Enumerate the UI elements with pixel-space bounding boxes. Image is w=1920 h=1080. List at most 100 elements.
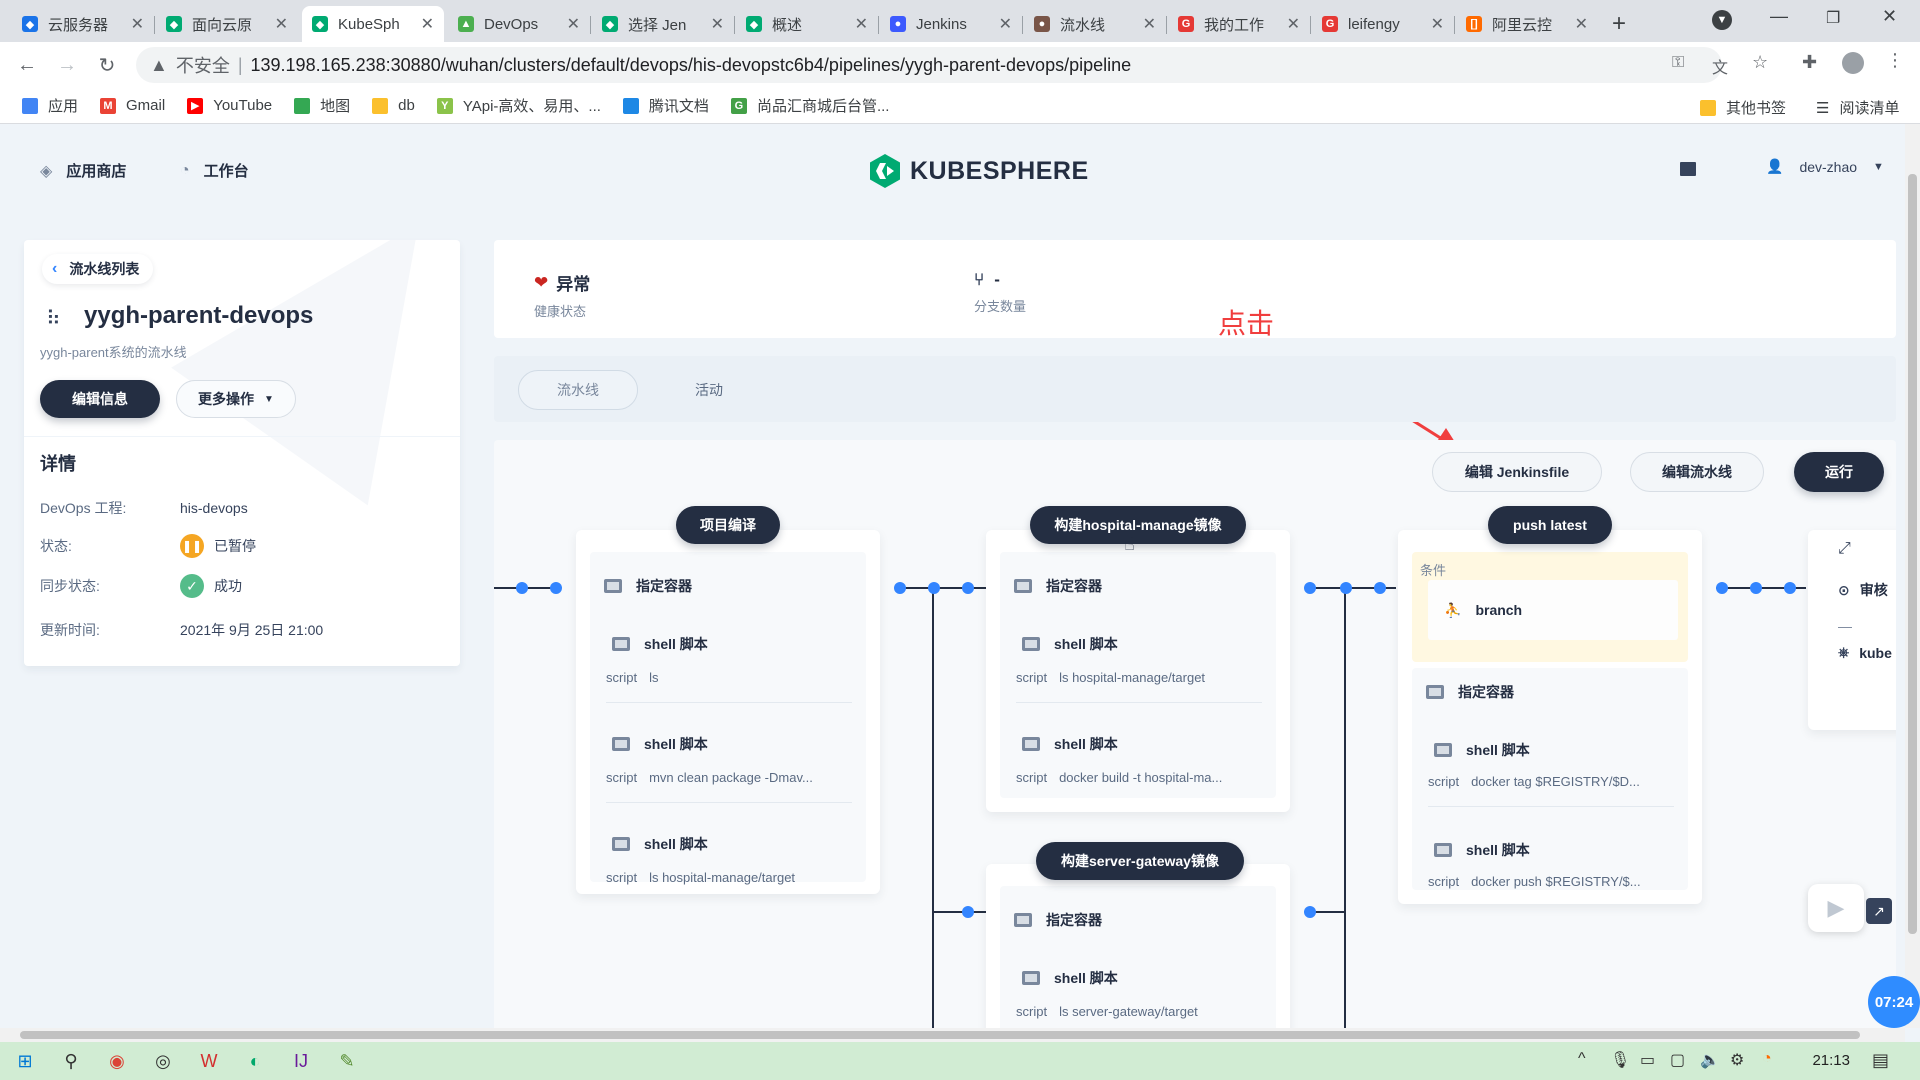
shell-step[interactable]: shell 脚本	[612, 834, 708, 854]
browser-tab[interactable]: ◆ 选择 Jen ✕	[592, 6, 734, 42]
bookmark-tencent-docs[interactable]: 腾讯文档	[622, 95, 709, 116]
edit-jenkinsfile-button[interactable]: 编辑 Jenkinsfile	[1432, 452, 1602, 492]
close-tab-icon[interactable]: ✕	[275, 14, 288, 34]
shell-step[interactable]: shell 脚本	[1434, 840, 1530, 860]
shell-step[interactable]: shell 脚本	[1022, 734, 1118, 754]
minimize-icon[interactable]: —	[1770, 6, 1788, 27]
shell-step[interactable]: shell 脚本	[1022, 634, 1118, 654]
volume-icon[interactable]: 🔈	[1700, 1050, 1720, 1070]
browser-tab[interactable]: ● 流水线 ✕	[1024, 6, 1166, 42]
bookmark-yapi[interactable]: Y YApi-高效、易用、...	[436, 95, 601, 116]
user-menu[interactable]: 👤 dev-zhao ▼	[1766, 158, 1884, 175]
back-to-pipeline-list-button[interactable]: ‹ 流水线列表	[42, 254, 154, 284]
browser-tab[interactable]: ● Jenkins ✕	[880, 6, 1022, 42]
key-icon[interactable]: ⚿	[1672, 54, 1684, 72]
stage-card-push-latest[interactable]: 条件 ⛹ branch 指定容器 shell 脚本 script docker ta…	[1398, 530, 1702, 904]
video-play-icon[interactable]: ▶	[1808, 884, 1864, 932]
browser-tab[interactable]: G 我的工作 ✕	[1168, 6, 1310, 42]
more-actions-button[interactable]: 更多操作 ▼	[176, 380, 296, 418]
tab-activity[interactable]: 活动	[664, 370, 754, 410]
shell-step[interactable]: shell 脚本	[1022, 968, 1118, 988]
tab-search-icon[interactable]: ▼	[1712, 10, 1732, 30]
horizontal-scrollbar[interactable]	[0, 1028, 1905, 1042]
close-tab-icon[interactable]: ✕	[855, 14, 868, 34]
search-icon[interactable]: ⚲	[56, 1046, 86, 1076]
tray-up-arrow-icon[interactable]: ^	[1578, 1050, 1586, 1068]
star-icon[interactable]: ☆	[1752, 52, 1768, 73]
taskbar-clock[interactable]: 21:13	[1812, 1052, 1850, 1069]
vertical-scrollbar[interactable]	[1905, 124, 1920, 1028]
kubesphere-logo[interactable]: KUBESPHERE	[870, 154, 1089, 188]
notepad-icon[interactable]: ✎	[332, 1046, 362, 1076]
review-step[interactable]: ⊙ 审核	[1838, 580, 1888, 600]
tray-app-icon[interactable]: ◔	[1762, 1050, 1772, 1068]
browser-tab[interactable]: ◆ 云服务器 ✕	[12, 6, 154, 42]
bookmark-mall-admin[interactable]: G 尚品汇商城后台管...	[730, 95, 889, 116]
stage-title-build-server-gateway[interactable]: 构建server-gateway镜像	[1036, 842, 1244, 880]
kube-step[interactable]: ⎈ kube	[1838, 644, 1892, 661]
app-icon[interactable]: ◎	[148, 1046, 178, 1076]
stage-title-build-hospital-manage[interactable]: 构建hospital-manage镜像	[1030, 506, 1246, 544]
shell-step[interactable]: shell 脚本	[612, 734, 708, 754]
battery-icon[interactable]: ▭	[1640, 1050, 1655, 1070]
bookmark-gmail[interactable]: M Gmail	[100, 97, 165, 114]
stage-card-build-hospital-manage[interactable]: 指定容器 shell 脚本 script ls hospital-manage/t…	[986, 530, 1290, 812]
container-step[interactable]: 指定容器	[1014, 910, 1102, 930]
bookmark-db[interactable]: db	[372, 97, 415, 114]
stage-card-build-server-gateway[interactable]: 指定容器 shell 脚本 script ls server-gateway/ta…	[986, 864, 1290, 1032]
close-window-icon[interactable]: ✕	[1882, 6, 1897, 27]
close-tab-icon[interactable]: ✕	[1431, 14, 1444, 34]
bookmark-youtube[interactable]: ▶ YouTube	[187, 97, 272, 114]
reload-icon[interactable]: ↻	[94, 52, 120, 78]
microphone-icon[interactable]: 🎙	[1610, 1050, 1630, 1070]
network-icon[interactable]: ▢	[1670, 1050, 1685, 1070]
close-tab-icon[interactable]: ✕	[1287, 14, 1300, 34]
stage-card-build[interactable]: 指定容器 shell 脚本 script ls shell 脚本 script mv…	[576, 530, 880, 894]
back-arrow-icon[interactable]: ←	[14, 52, 40, 78]
maximize-icon[interactable]: ❐	[1826, 8, 1840, 28]
container-step[interactable]: 指定容器	[1426, 682, 1514, 702]
close-tab-icon[interactable]: ✕	[999, 14, 1012, 34]
notification-icon[interactable]	[1680, 162, 1696, 176]
stage-title-build[interactable]: 项目编译	[676, 506, 780, 544]
app-store-button[interactable]: ◈ 应用商店	[40, 160, 126, 181]
browser-tab-active[interactable]: ◆ KubeSph ✕	[302, 6, 444, 42]
notifications-icon[interactable]: ▤	[1872, 1050, 1889, 1071]
reading-list[interactable]: ☰ 阅读清单	[1816, 97, 1899, 118]
url-input[interactable]: ▲ 不安全 | 139.198.165.238:30880/wuhan/clus…	[136, 47, 1722, 83]
close-tab-icon[interactable]: ✕	[131, 14, 144, 34]
translate-icon[interactable]: 文	[1712, 54, 1728, 78]
close-tab-icon[interactable]: ✕	[711, 14, 724, 34]
bookmark-maps[interactable]: 地图	[294, 95, 350, 116]
extensions-icon[interactable]: ✚	[1802, 52, 1817, 73]
browser-tab[interactable]: [] 阿里云控 ✕	[1456, 6, 1598, 42]
forward-arrow-icon[interactable]: →	[54, 52, 80, 78]
browser-tab[interactable]: Gleifengy ✕	[1312, 6, 1454, 42]
wps-icon[interactable]: W	[194, 1046, 224, 1076]
shell-step[interactable]: shell 脚本	[1434, 740, 1530, 760]
close-tab-icon[interactable]: ✕	[1143, 14, 1156, 34]
close-tab-icon[interactable]: ✕	[1575, 14, 1588, 34]
expand-arrow-icon[interactable]: ↗	[1866, 898, 1892, 924]
headset-app-icon[interactable]: ◐	[240, 1046, 270, 1076]
close-tab-icon[interactable]: ✕	[567, 14, 580, 34]
menu-dots-icon[interactable]: ⋮	[1886, 50, 1904, 71]
browser-tab[interactable]: ◆ 概述 ✕	[736, 6, 878, 42]
new-tab-icon[interactable]: +	[1612, 10, 1626, 38]
condition-branch[interactable]: ⛹ branch	[1428, 580, 1678, 640]
ime-icon[interactable]: ⚙	[1730, 1050, 1744, 1070]
intellij-icon[interactable]: IJ	[286, 1046, 316, 1076]
bookmark-apps[interactable]: 应用	[22, 95, 78, 116]
fullscreen-icon[interactable]: ⤢	[1838, 540, 1851, 558]
close-tab-icon[interactable]: ✕	[421, 14, 434, 34]
browser-tab[interactable]: ◆ 面向云原 ✕	[156, 6, 298, 42]
stage-title-push-latest[interactable]: push latest	[1488, 506, 1612, 544]
edit-pipeline-button[interactable]: 编辑流水线	[1630, 452, 1764, 492]
container-step[interactable]: 指定容器	[1014, 576, 1102, 596]
edit-info-button[interactable]: 编辑信息	[40, 380, 160, 418]
stage-card-deploy[interactable]: ⤢ ⊙ 审核 — ⎈ kube	[1808, 530, 1896, 730]
browser-tab[interactable]: ▲ DevOps ✕	[448, 6, 590, 42]
chrome-icon[interactable]: ◉	[102, 1046, 132, 1076]
container-step[interactable]: 指定容器	[604, 576, 692, 596]
run-button[interactable]: 运行	[1794, 452, 1884, 492]
